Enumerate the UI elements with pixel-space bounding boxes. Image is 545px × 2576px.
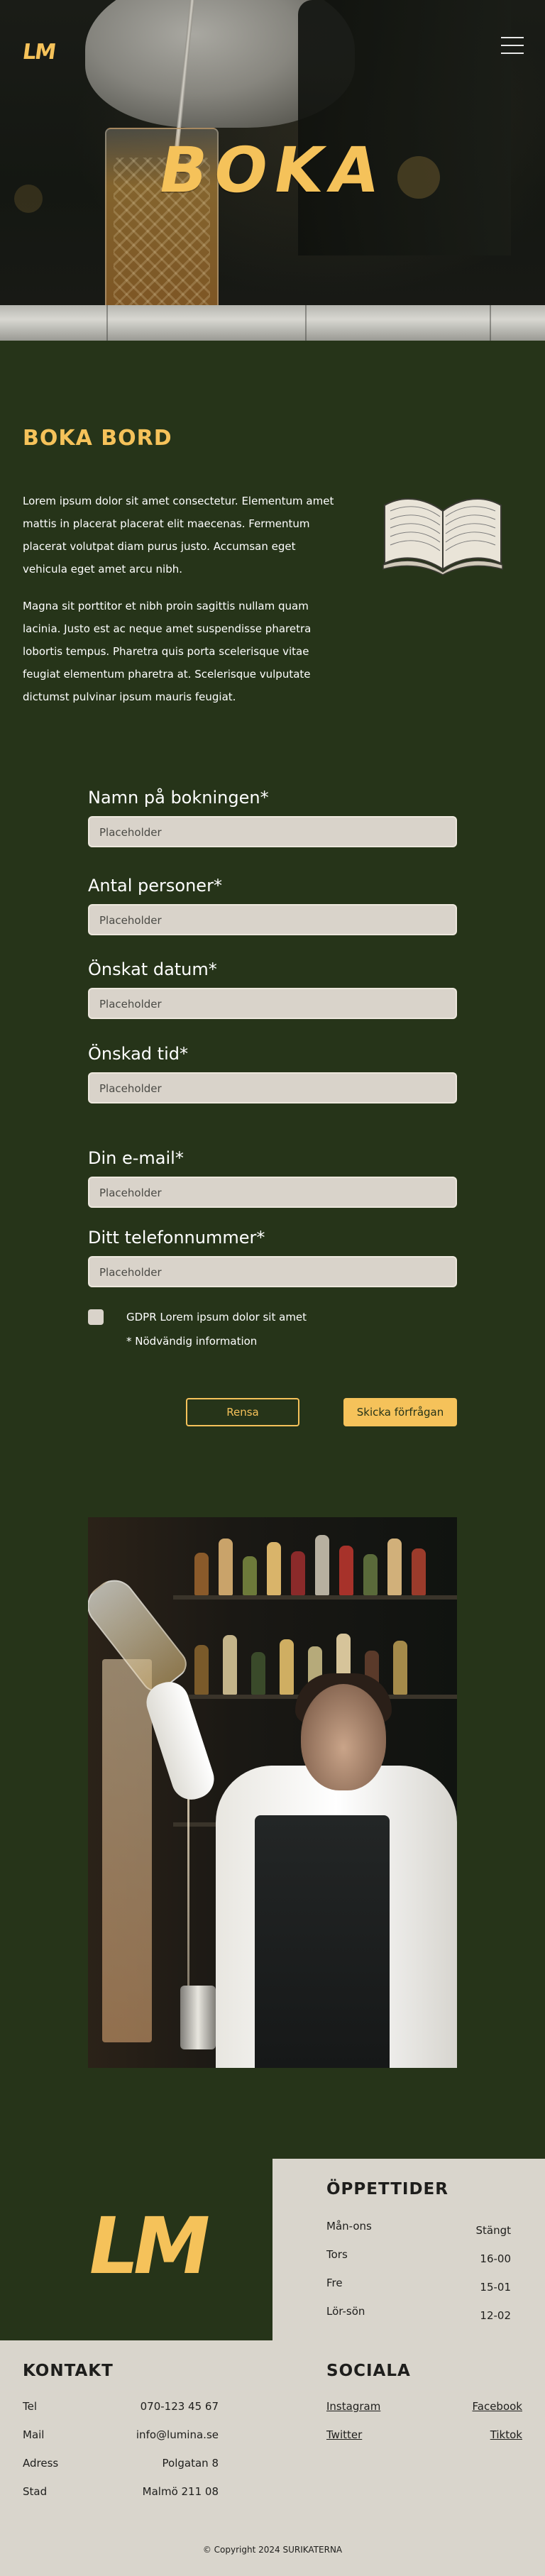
contact-email[interactable]: info@lumina.se [114,2428,219,2441]
field-phone: Ditt telefonnummer* Placeholder [88,1228,457,1287]
footer-logo[interactable]: LM [80,2201,213,2292]
field-label: Namn på bokningen* [88,788,269,808]
gdpr-label: GDPR Lorem ipsum dolor sit amet [126,1311,307,1323]
footer-contact-social: KONTAKT Tel 070-123 45 67 Mail info@lumi… [0,2340,545,2576]
field-party-size: Antal personer* Placeholder [88,876,457,935]
field-label: Ditt telefonnummer* [88,1228,265,1248]
copyright: © Copyright 2024 SURIKATERNA [202,2545,343,2555]
hours-title: ÖPPETTIDER [326,2180,448,2198]
contact-title: KONTAKT [23,2362,114,2380]
hours-value: 12-02 [480,2309,511,2322]
bartender-photo [88,1517,457,2068]
field-label: Din e-mail* [88,1148,184,1168]
twitter-link[interactable]: Twitter [326,2428,362,2441]
header-logo[interactable]: LM [21,40,56,65]
field-label: Önskad tid* [88,1044,188,1064]
contact-label: Stad [23,2485,48,2498]
opening-hours: ÖPPETTIDER Mån-ons Stängt Tors 16-00 Fre… [272,2159,545,2340]
intro-paragraph-1: Lorem ipsum dolor sit amet consectetur. … [23,495,334,576]
open-book-icon [382,498,503,576]
hours-value: 16-00 [480,2252,511,2265]
hero-title: BOKA [153,133,392,207]
field-time: Önskad tid* Placeholder [88,1044,457,1103]
field-date: Önskat datum* Placeholder [88,959,457,1019]
hamburger-icon[interactable] [501,37,524,55]
contact-address: Polgatan 8 [162,2457,219,2470]
tiktok-link[interactable]: Tiktok [451,2428,522,2441]
hours-day: Fre [326,2277,343,2289]
social-title: SOCIALA [326,2362,411,2380]
submit-button[interactable]: Skicka förfrågan [343,1398,457,1426]
hours-value: 15-01 [480,2281,511,2294]
contact-phone[interactable]: 070-123 45 67 [114,2400,219,2413]
contact-label: Tel [23,2400,38,2413]
field-email: Din e-mail* Placeholder [88,1148,457,1208]
reset-button[interactable]: Rensa [186,1398,299,1426]
field-label: Önskat datum* [88,959,217,979]
time-input[interactable]: Placeholder [88,1072,457,1103]
hero-image-apron [298,0,511,255]
gdpr-checkbox[interactable] [88,1309,104,1325]
contact-label: Mail [23,2428,45,2441]
hours-day: Tors [326,2248,348,2261]
email-input[interactable]: Placeholder [88,1177,457,1208]
intro-paragraph-2: Magna sit porttitor et nibh proin sagitt… [23,600,312,703]
hours-day: Mån-ons [326,2220,372,2233]
date-input[interactable]: Placeholder [88,988,457,1019]
booking-name-input[interactable]: Placeholder [88,816,457,847]
hours-value: Stängt [475,2224,511,2237]
facebook-link[interactable]: Facebook [451,2400,522,2413]
phone-input[interactable]: Placeholder [88,1256,457,1287]
contact-city: Malmö 211 08 [142,2485,219,2498]
required-note: * Nödvändig information [126,1335,258,1348]
hero-bar-counter [0,305,545,341]
page-title: BOKA BORD [23,426,172,451]
field-label: Antal personer* [88,876,222,896]
booking-page: LM BOKA BOKA BORD Lorem ipsum dolor sit … [0,0,545,2576]
contact-label: Adress [23,2457,59,2470]
party-size-input[interactable]: Placeholder [88,904,457,935]
hours-day: Lör-sön [326,2305,365,2318]
field-booking-name: Namn på bokningen* Placeholder [88,788,457,847]
instagram-link[interactable]: Instagram [326,2400,380,2413]
